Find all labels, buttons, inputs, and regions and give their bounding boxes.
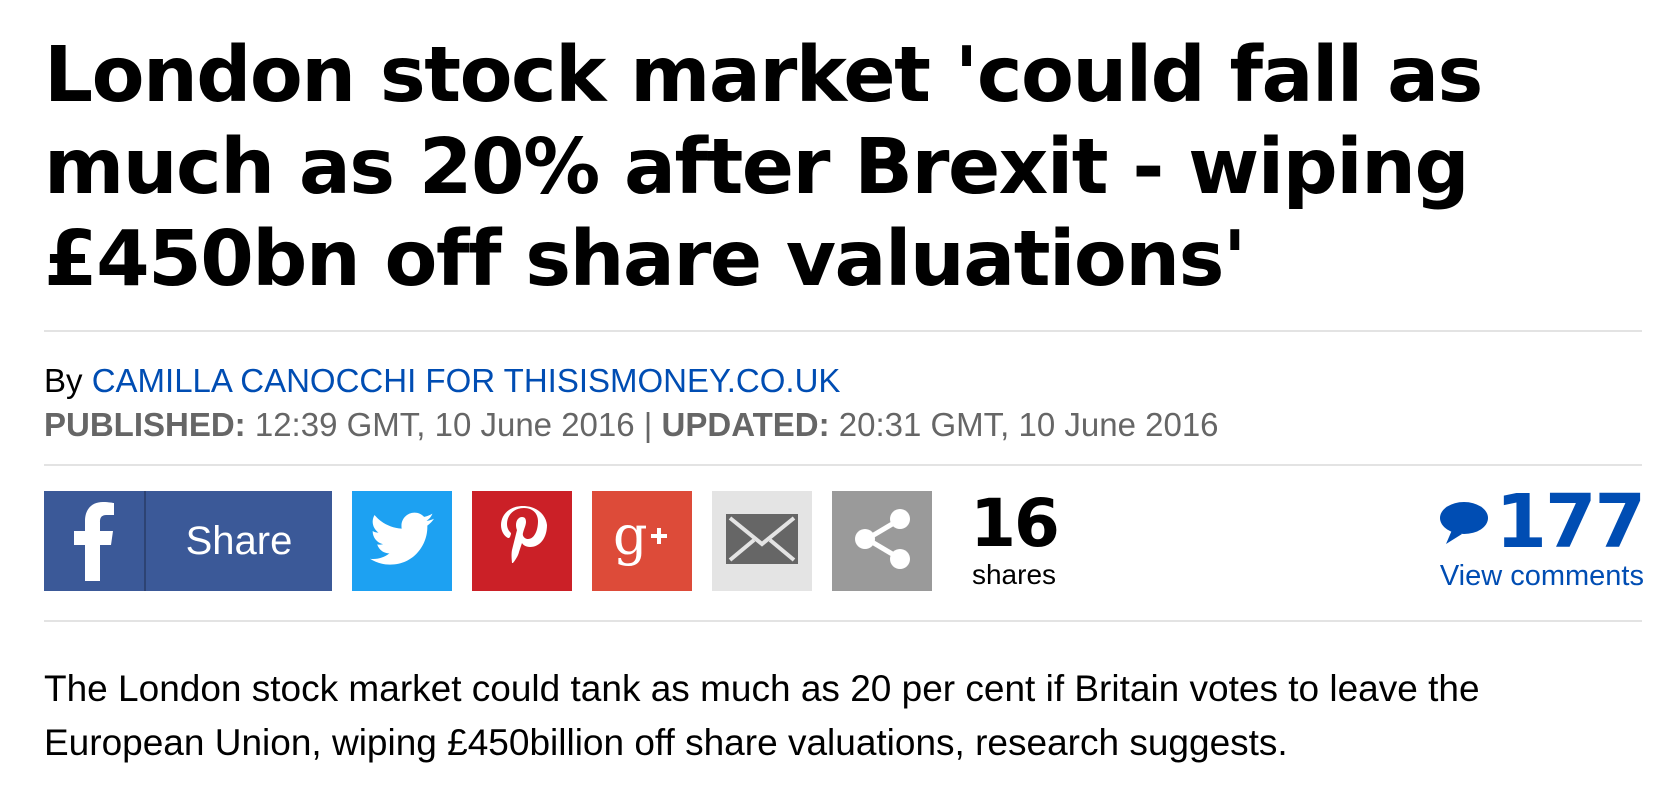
article-lede: The London stock market could tank as mu… <box>44 668 1480 763</box>
divider <box>44 464 1642 466</box>
google-plus-icon: g <box>607 504 677 579</box>
pinterest-share-button[interactable] <box>472 491 572 591</box>
comments-link[interactable]: 177 View comments <box>1438 484 1646 592</box>
twitter-share-button[interactable] <box>352 491 452 591</box>
divider <box>44 620 1642 622</box>
google-plus-share-button[interactable]: g <box>592 491 692 591</box>
more-share-button[interactable] <box>832 491 932 591</box>
divider <box>44 330 1642 332</box>
published-value: 12:39 GMT, 10 June 2016 <box>245 406 644 443</box>
view-comments-link[interactable]: View comments <box>1438 560 1644 592</box>
updated-value: 20:31 GMT, 10 June 2016 <box>829 406 1219 443</box>
author-link[interactable]: CAMILLA CANOCCHI FOR THISISMONEY.CO.UK <box>92 362 841 399</box>
facebook-icon <box>44 491 146 591</box>
pinterest-icon <box>497 504 547 579</box>
byline: By CAMILLA CANOCCHI FOR THISISMONEY.CO.U… <box>44 362 840 400</box>
facebook-share-button[interactable]: Share <box>44 491 332 591</box>
email-icon <box>724 512 800 571</box>
comment-count[interactable]: 177 <box>1496 484 1646 560</box>
speech-bubble-icon <box>1438 500 1490 551</box>
share-count-number: 16 <box>970 485 1060 562</box>
headline: London stock market 'could fall as much … <box>44 31 1483 304</box>
published-label: PUBLISHED: <box>44 406 246 443</box>
publish-dates: PUBLISHED: 12:39 GMT, 10 June 2016 | UPD… <box>44 406 1219 444</box>
svg-text:g: g <box>613 504 648 567</box>
updated-label: UPDATED: <box>652 406 830 443</box>
share-count: 16 shares <box>954 488 1074 590</box>
twitter-icon <box>370 512 434 571</box>
share-count-label: shares <box>971 559 1057 590</box>
email-share-button[interactable] <box>712 491 812 591</box>
byline-prefix: By <box>44 362 92 399</box>
facebook-share-label: Share <box>185 518 293 563</box>
share-icon <box>847 504 917 579</box>
